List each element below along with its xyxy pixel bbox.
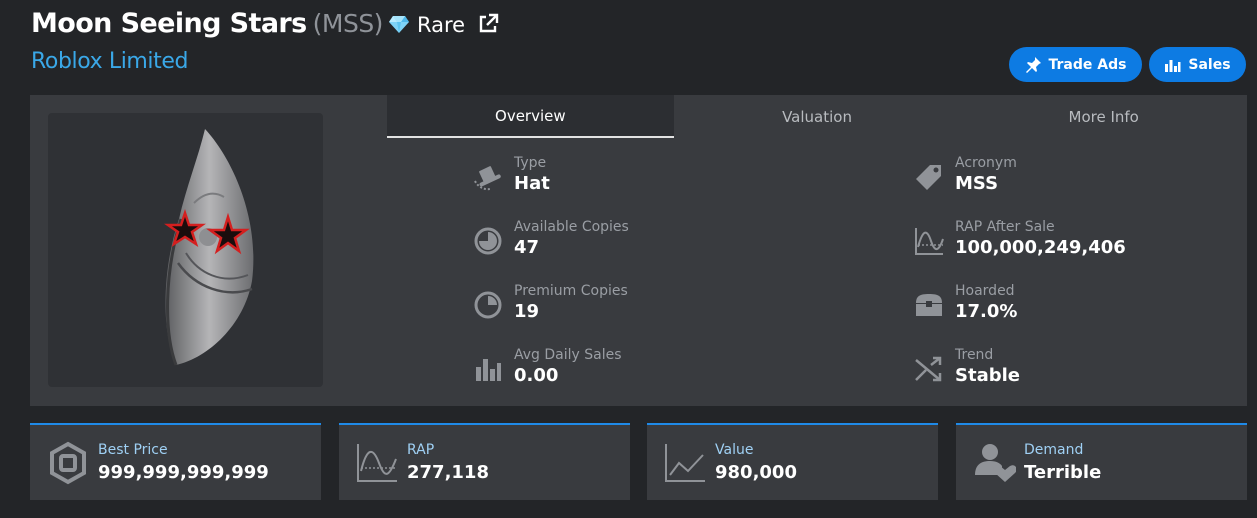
sales-label: Sales (1188, 56, 1231, 73)
item-name: Moon Seeing Stars (31, 8, 307, 39)
card-label: Demand (1024, 442, 1084, 458)
rarity-label: Rare (416, 13, 466, 37)
chest-icon (916, 294, 942, 316)
wave-chart-icon (357, 444, 397, 482)
stat-value: 47 (514, 237, 540, 258)
card-value: Terrible (1024, 462, 1102, 483)
user-heart-icon (975, 444, 1016, 482)
stat-value: MSS (955, 173, 999, 194)
stat-value: Stable (955, 365, 1020, 386)
title-row: Moon Seeing Stars (MSS) Rare (31, 8, 499, 39)
stat-label: RAP After Sale (955, 219, 1055, 235)
tab-more-info[interactable]: More Info (960, 95, 1247, 138)
card-demand: Demand Terrible (956, 423, 1247, 500)
wave-chart-icon (915, 228, 944, 255)
item-header: Moon Seeing Stars (MSS) Rare Roblox Limi… (31, 8, 499, 74)
card-value-text: 980,000 (715, 462, 797, 483)
tab-valuation[interactable]: Valuation (674, 95, 961, 138)
stat-value: 100,000,249,406 (955, 237, 1126, 258)
stat-label: Available Copies (514, 219, 629, 235)
card-rap: RAP 277,118 (339, 423, 630, 500)
stat-label: Premium Copies (514, 283, 628, 299)
stat-label: Avg Daily Sales (514, 347, 622, 363)
trade-ads-label: Trade Ads (1048, 56, 1127, 73)
stat-value: 0.00 (514, 365, 559, 386)
card-label: RAP (407, 442, 435, 458)
stat-value: Hat (514, 173, 550, 194)
trade-ads-button[interactable]: Trade Ads (1009, 47, 1142, 82)
diamond-icon (388, 14, 409, 34)
external-link-icon[interactable] (477, 13, 499, 35)
pie-quarter-icon (474, 291, 502, 319)
pie-full-icon (474, 227, 502, 255)
stat-label: Hoarded (955, 283, 1015, 299)
stat-label: Trend (955, 347, 994, 363)
shuffle-icon (915, 356, 942, 382)
card-value: 277,118 (407, 462, 489, 483)
hat-icon (474, 166, 501, 191)
overview-tabs: Overview Valuation More Info (387, 95, 1247, 138)
tag-icon (916, 165, 941, 190)
pin-icon (1025, 57, 1041, 73)
sales-button[interactable]: Sales (1149, 47, 1246, 82)
item-acronym: (MSS) (312, 9, 384, 38)
card-value: Value 980,000 (647, 423, 938, 500)
bar-chart-icon (476, 359, 501, 381)
item-thumbnail (48, 113, 323, 387)
stat-value: 19 (514, 301, 540, 322)
bar-chart-icon (1165, 60, 1181, 72)
robux-icon (50, 441, 86, 485)
card-value: 999,999,999,999 (98, 462, 269, 483)
item-overview-panel: Overview Valuation More Info Type Hat Av… (30, 95, 1247, 406)
stat-label: Type (514, 155, 547, 171)
card-label: Best Price (98, 442, 168, 458)
line-chart-icon (665, 444, 705, 482)
item-category-link[interactable]: Roblox Limited (31, 49, 499, 74)
moon-hat-image (164, 129, 254, 366)
card-label: Value (715, 442, 754, 458)
tab-overview[interactable]: Overview (387, 95, 674, 138)
card-best-price: Best Price 999,999,999,999 (30, 423, 321, 500)
stat-label: Acronym (955, 155, 1017, 171)
stat-value: 17.0% (955, 301, 1018, 322)
